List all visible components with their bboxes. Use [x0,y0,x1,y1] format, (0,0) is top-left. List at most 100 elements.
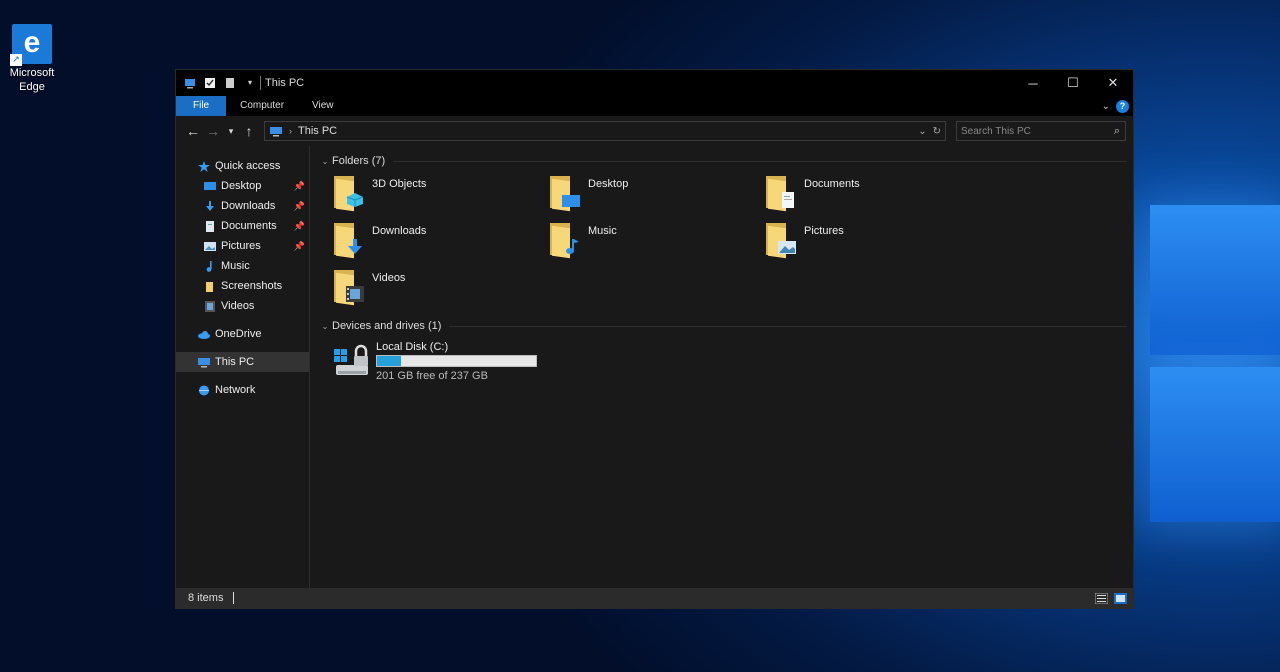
folder-pictures[interactable]: Pictures [764,221,980,268]
pin-icon[interactable]: 📌 [294,181,305,192]
search-icon[interactable]: ⌕ [1114,125,1125,138]
network-icon [198,385,210,396]
folder-label: Downloads [372,225,427,237]
sidebar-item-label: OneDrive [215,328,262,340]
sidebar-item-this-pc[interactable]: This PC [176,352,309,372]
details-view-icon[interactable] [1094,592,1109,604]
drive-usage-fill [377,356,401,366]
drive-free-space: 201 GB free of 237 GB [376,370,488,382]
properties-icon[interactable] [204,77,216,89]
folder-videos[interactable]: Videos [332,268,548,315]
drive-local-disk-c[interactable]: Local Disk (C:) 201 GB free of 237 GB [376,341,537,382]
customize-qat-icon[interactable]: ▾ [244,77,256,89]
folder-label: Videos [372,272,406,284]
drive-usage-bar [376,355,537,367]
new-folder-icon[interactable] [224,77,236,89]
sidebar-item-screenshots[interactable]: Screenshots [176,276,309,296]
breadcrumb[interactable]: This PC [298,125,337,137]
group-header-label: Devices and drives (1) [332,320,442,332]
forward-arrow-icon[interactable]: → [204,123,222,139]
folder-desktop[interactable]: Desktop [548,174,764,221]
windows-logo-pane [1150,205,1280,355]
sidebar-item-pictures[interactable]: Pictures 📌 [176,236,309,256]
address-bar[interactable]: › This PC ⌄ ↻ [264,121,946,141]
desktop-icon [562,195,580,207]
video-icon [346,286,364,302]
folder-label: Music [588,225,617,237]
pc-icon [269,126,283,137]
divider [393,160,1127,162]
desktop-shortcut-label: Microsoft Edge [9,67,55,93]
sidebar-item-label: This PC [215,356,255,368]
sidebar-item-label: Downloads [221,200,276,212]
window-title: This PC [265,77,305,89]
expand-ribbon-chevron-icon[interactable]: ⌄ [1102,101,1110,112]
sidebar-item-videos[interactable]: Videos [176,296,309,316]
refresh-icon[interactable]: ↻ [933,126,941,137]
breadcrumb-chevron-icon[interactable]: › [289,126,292,136]
sidebar-item-label: Videos [221,300,255,312]
picture-icon [778,241,796,254]
folder-grid: 3D Objects Desktop Documents Downloads M… [316,174,1133,315]
pc-icon [184,77,196,89]
folder-icon [332,174,364,212]
tab-view[interactable]: View [298,96,348,116]
ribbon-right-controls: ⌄ ? [1102,96,1133,116]
music-icon [566,239,579,254]
drive-icon[interactable] [332,341,372,381]
back-arrow-icon[interactable]: ← [184,123,202,139]
sidebar-item-network[interactable]: Network [176,380,309,400]
sidebar-item-onedrive[interactable]: OneDrive [176,324,309,344]
divider [449,325,1127,327]
close-button[interactable]: ✕ [1093,70,1133,96]
maximize-button[interactable]: ☐ [1053,70,1093,96]
up-arrow-icon[interactable]: ↑ [240,123,258,139]
folder-icon [764,221,796,259]
pin-icon[interactable]: 📌 [294,241,305,252]
minimize-button[interactable]: ─ [1013,70,1053,96]
file-explorer-window: ▾ This PC ─ ☐ ✕ File Computer View ⌄ ? ←… [175,69,1134,609]
search-input[interactable] [961,125,1101,137]
status-divider [233,592,235,604]
pc-icon [198,357,210,368]
pin-icon[interactable]: 📌 [294,221,305,232]
sidebar-item-music[interactable]: Music [176,256,309,276]
sidebar-item-desktop[interactable]: Desktop 📌 [176,176,309,196]
group-header-folders[interactable]: ⌄ Folders (7) [316,152,1133,170]
recent-locations-chevron-icon[interactable]: ▾ [224,126,238,137]
tab-computer[interactable]: Computer [226,96,298,116]
file-list: ⌄ Folders (7) 3D Objects Desktop Documen… [310,146,1133,588]
title-bar[interactable]: ▾ This PC ─ ☐ ✕ [176,70,1133,96]
pin-icon[interactable]: 📌 [294,201,305,212]
folder-3d-objects[interactable]: 3D Objects [332,174,548,221]
folder-icon [332,268,364,306]
folder-icon [764,174,796,212]
collapse-chevron-icon[interactable]: ⌄ [318,322,332,331]
sidebar-item-label: Music [221,260,250,272]
collapse-chevron-icon[interactable]: ⌄ [318,157,332,166]
cube-icon [346,193,364,207]
address-bar-actions: ⌄ ↻ [918,126,945,137]
sidebar-item-downloads[interactable]: Downloads 📌 [176,196,309,216]
search-box[interactable]: ⌕ [956,121,1126,141]
help-icon[interactable]: ? [1116,99,1129,113]
folder-documents[interactable]: Documents [764,174,980,221]
download-icon [204,200,216,212]
folder-downloads[interactable]: Downloads [332,221,548,268]
folder-icon [548,174,580,212]
view-switcher [1094,592,1133,604]
sidebar-item-label: Quick access [215,160,281,172]
desktop-shortcut-edge[interactable]: e ↗ Microsoft Edge [4,24,60,94]
sidebar-item-documents[interactable]: Documents 📌 [176,216,309,236]
folder-music[interactable]: Music [548,221,764,268]
title-separator [260,76,261,90]
address-dropdown-icon[interactable]: ⌄ [918,126,926,137]
sidebar-item-quick-access[interactable]: Quick access [176,156,309,176]
large-icons-view-icon[interactable] [1114,592,1127,604]
group-header-devices[interactable]: ⌄ Devices and drives (1) [316,317,1133,335]
drive-list: Local Disk (C:) 201 GB free of 237 GB [316,341,1133,382]
folder-label: 3D Objects [372,178,427,190]
windows-logo-pane [1150,367,1280,522]
sidebar-item-label: Documents [221,220,277,232]
tab-file[interactable]: File [176,96,227,116]
